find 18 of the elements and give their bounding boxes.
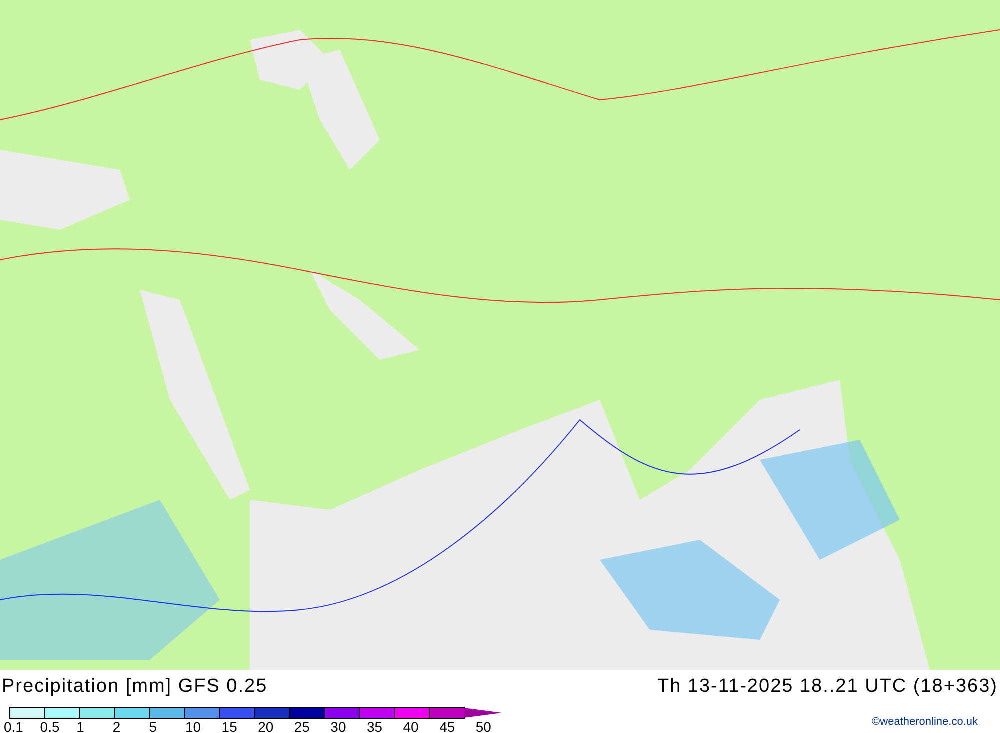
chart-title: Precipitation [mm] GFS 0.25 — [2, 676, 268, 698]
legend-label: 40 — [403, 720, 420, 733]
legend-label: 2 — [112, 720, 122, 733]
legend-label: 45 — [440, 720, 456, 733]
legend-label: 25 — [294, 720, 311, 733]
legend-label: 10 — [185, 720, 202, 733]
arrow-icon — [464, 707, 502, 719]
legend-label: 1 — [76, 720, 86, 733]
legend-label: 30 — [330, 720, 348, 733]
legend-label: 35 — [366, 720, 384, 733]
legend-label: 0.1 — [4, 720, 24, 733]
valid-time: Th 13-11-2025 18..21 UTC (18+363) — [657, 676, 998, 698]
legend-label: 0.5 — [40, 720, 61, 733]
legend-label: 5 — [149, 720, 158, 733]
credit-text: ©weatheronline.co.uk — [872, 716, 978, 728]
legend-label: 15 — [222, 720, 238, 733]
legend-label: 20 — [258, 720, 275, 733]
legend-label: 50 — [476, 720, 492, 733]
